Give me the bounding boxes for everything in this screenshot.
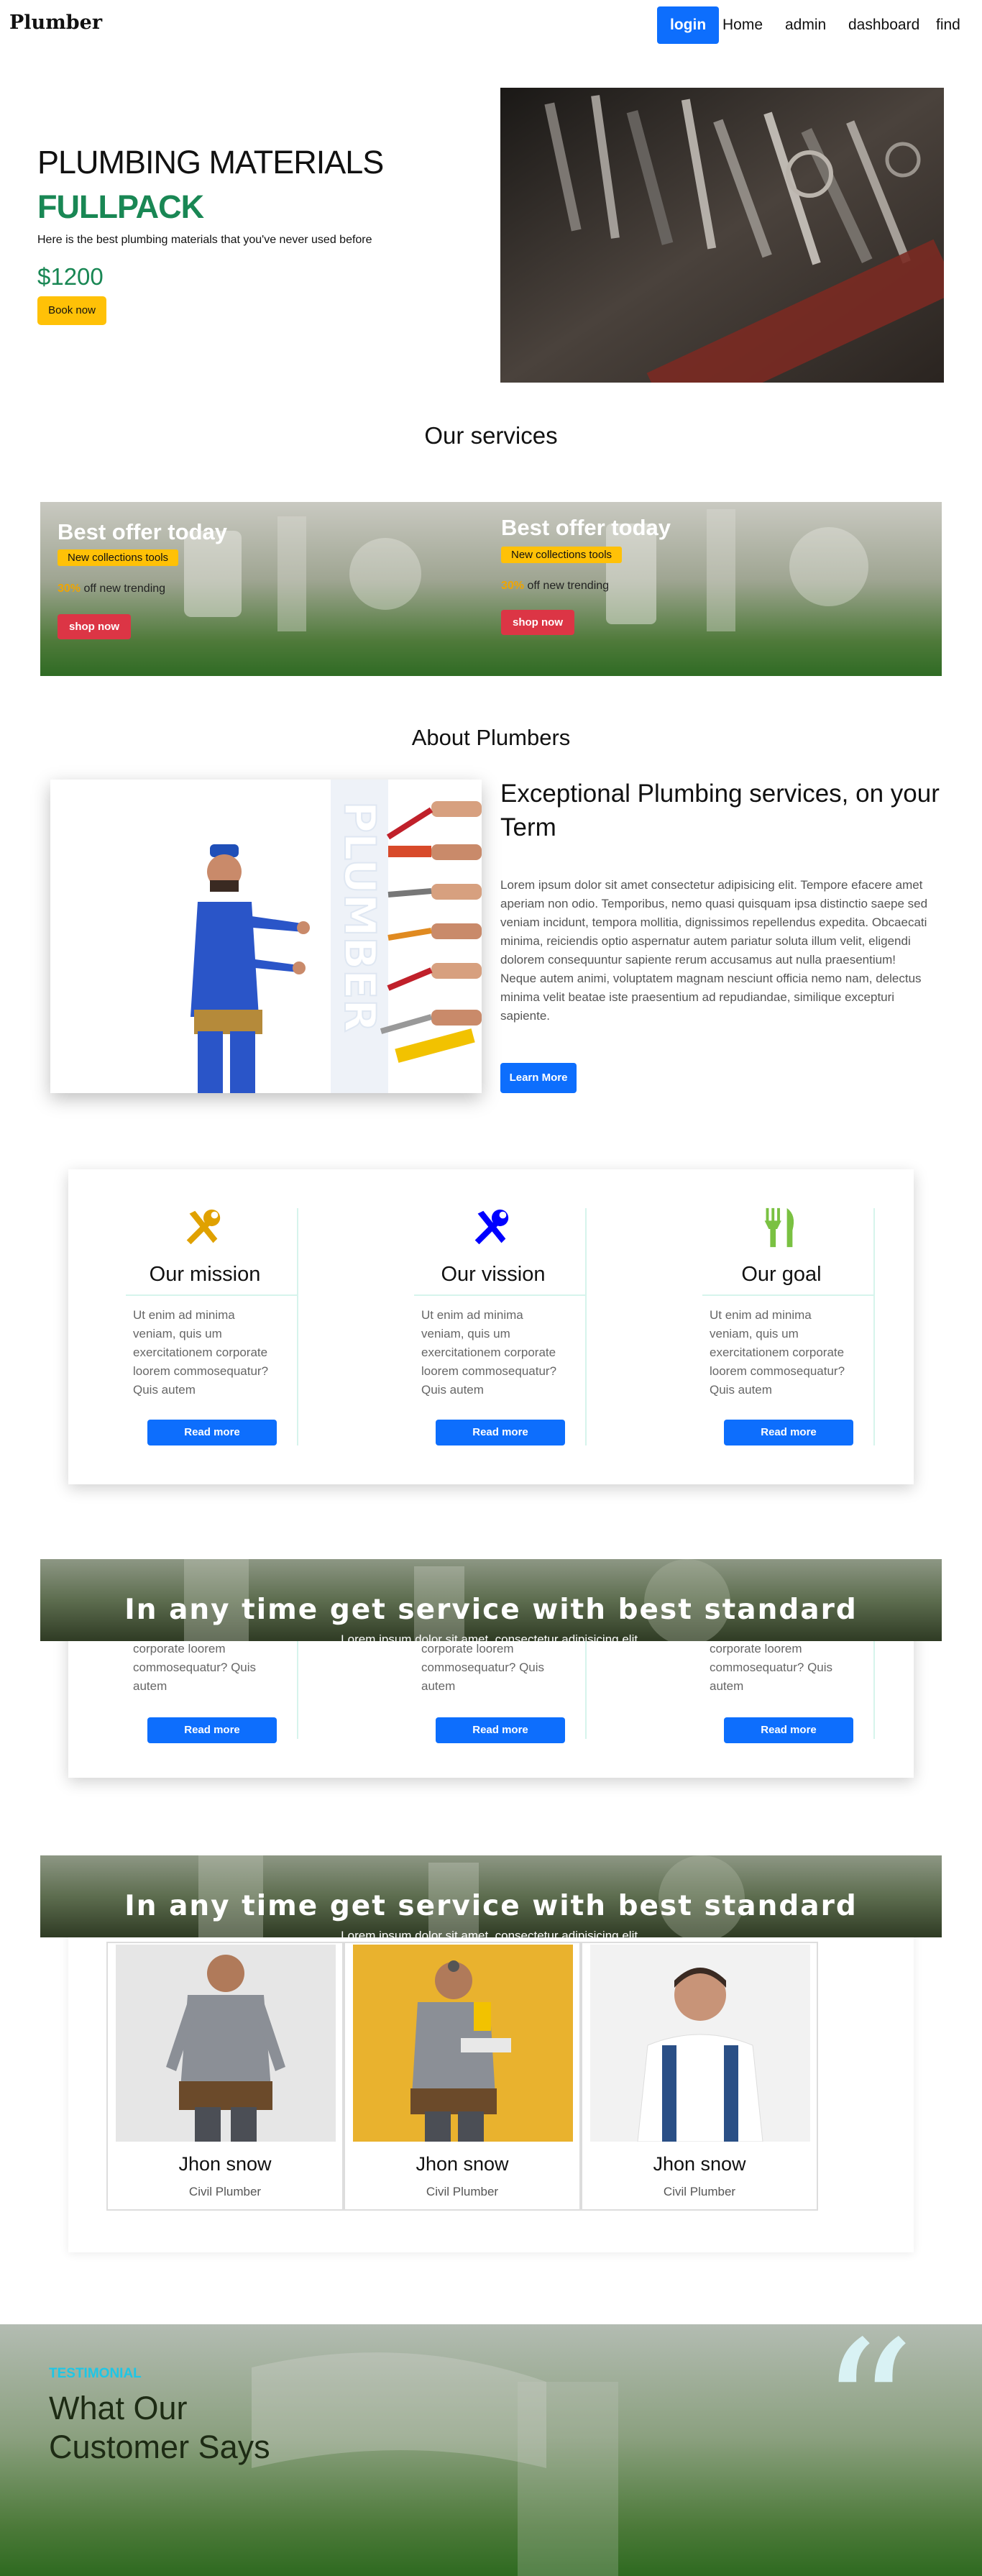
offers-carousel: Best offer today New collections tools 3… — [40, 502, 942, 676]
plumber-image: PLUMBER — [50, 780, 482, 1093]
about-heading: Exceptional Plumbing services, on your T… — [500, 780, 940, 842]
hero-subtitle: FULLPACK — [37, 188, 204, 225]
card-text: Ut enim ad minima veniam, quis um exerci… — [710, 1308, 845, 1397]
shop-now-button[interactable]: shop now — [58, 614, 131, 639]
card-rule — [126, 1294, 298, 1296]
offer-title: Best offer today — [501, 515, 671, 540]
card-text: corporate loorem commosequatur? Quis aut… — [421, 1642, 545, 1693]
tools-icon — [474, 1209, 509, 1245]
about-title: About Plumbers — [411, 725, 571, 750]
learn-more-button[interactable]: Learn More — [500, 1063, 577, 1093]
read-more-button[interactable]: Read more — [436, 1420, 565, 1445]
nav-dashboard-link[interactable]: dashboard — [840, 6, 928, 44]
about-text: Lorem ipsum dolor sit amet consectetur a… — [500, 878, 928, 1023]
read-more-button[interactable]: Read more — [147, 1420, 277, 1445]
card-title: Our vission — [441, 1263, 546, 1286]
card-text: corporate loorem commosequatur? Quis aut… — [133, 1642, 257, 1693]
team-card: Jhon snow Civil Plumber — [106, 1942, 344, 2211]
mission-panel: Our mission Ut enim ad minima veniam, qu… — [68, 1169, 914, 1484]
team-card: Jhon snow Civil Plumber — [344, 1942, 581, 2211]
card-rule — [702, 1294, 875, 1296]
card-title: Our mission — [149, 1263, 261, 1286]
banner-title: In any time get service with best standa… — [124, 1594, 858, 1626]
offer-discount: 30% off new trending — [501, 580, 610, 592]
offer-badge: New collections tools — [501, 547, 623, 563]
utensils-icon — [764, 1207, 794, 1248]
card-text: Ut enim ad minima veniam, quis um exerci… — [133, 1308, 269, 1397]
service-banner-repeat: In any time get service with best standa… — [40, 1855, 942, 1937]
team-role: Civil Plumber — [188, 2185, 262, 2198]
brand-logo[interactable]: Plumber — [9, 12, 102, 34]
team-card: Jhon snow Civil Plumber — [581, 1942, 818, 2211]
read-more-button[interactable]: Read more — [724, 1420, 853, 1445]
hero-description: Here is the best plumbing materials that… — [37, 234, 372, 246]
mission-card: Our mission Ut enim ad minima veniam, qu… — [111, 1205, 298, 1450]
banner-subtitle: Lorem ipsum dolor sit amet, consectetur … — [341, 1929, 641, 1937]
offer-card: Best offer today New collections tools 3… — [491, 502, 942, 676]
testimonial-title: What Our Customer Says — [49, 2390, 270, 2465]
shop-now-button[interactable]: shop now — [501, 610, 574, 635]
team-name: Jhon snow — [178, 2153, 272, 2175]
vission-card: Our vission Ut enim ad minima veniam, qu… — [400, 1205, 587, 1450]
team-name: Jhon snow — [653, 2153, 746, 2175]
read-more-button[interactable]: Read more — [724, 1717, 853, 1743]
hero-tools-image — [500, 88, 944, 383]
card-text: corporate loorem commosequatur? Quis aut… — [710, 1642, 833, 1693]
team-photo — [116, 1945, 336, 2142]
team-role: Civil Plumber — [663, 2185, 736, 2198]
tools-icon — [186, 1209, 221, 1245]
offer-discount: 30% off new trending — [58, 583, 166, 595]
team-role: Civil Plumber — [426, 2185, 499, 2198]
offer-card: Best offer today New collections tools 3… — [40, 502, 491, 676]
team-photo — [590, 1945, 810, 2142]
nav-home-link[interactable]: Home — [714, 6, 771, 44]
book-now-button[interactable]: Book now — [37, 296, 106, 325]
goal-card: Our goal Ut enim ad minima veniam, quis … — [688, 1205, 875, 1450]
read-more-button[interactable]: Read more — [436, 1717, 565, 1743]
banner-title: In any time get service with best standa… — [124, 1890, 858, 1922]
read-more-button[interactable]: Read more — [147, 1717, 277, 1743]
offer-badge: New collections tools — [58, 549, 179, 566]
service-banner: In any time get service with best standa… — [40, 1559, 942, 1641]
plumber-word: PLUMBER — [334, 801, 385, 1032]
quote-icon: “ — [820, 2324, 915, 2519]
card-text: Ut enim ad minima veniam, quis um exerci… — [421, 1308, 557, 1397]
testimonial-tag: TESTIMONIAL — [49, 2366, 142, 2381]
card-title: Our goal — [741, 1263, 822, 1286]
nav-find-link[interactable]: find — [927, 6, 969, 44]
login-button[interactable]: login — [657, 6, 720, 44]
hero-title: PLUMBING MATERIALS — [37, 144, 384, 181]
offer-title: Best offer today — [58, 519, 227, 544]
services-title: Our services — [424, 422, 558, 449]
team-name: Jhon snow — [416, 2153, 509, 2175]
hero-price: $1200 — [37, 263, 104, 290]
team-photo — [353, 1945, 573, 2142]
banner-subtitle: Lorem ipsum dolor sit amet, consectetur … — [341, 1632, 641, 1641]
card-rule — [414, 1294, 587, 1296]
nav-admin-link[interactable]: admin — [776, 6, 835, 44]
